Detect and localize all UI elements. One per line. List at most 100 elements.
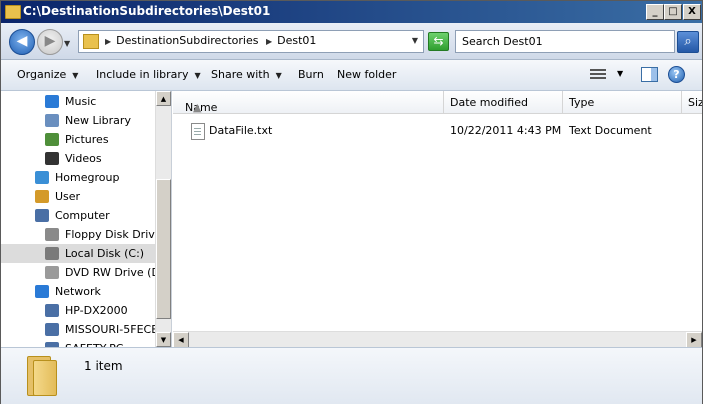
navigation-pane-scrollbar[interactable]: ▲ ▼ [155, 91, 171, 347]
sidebar-item[interactable]: DVD RW Drive (D:) [1, 263, 168, 282]
scroll-down-button[interactable]: ▼ [156, 332, 171, 347]
sidebar-item-label: HP-DX2000 [65, 304, 128, 317]
sidebar-item[interactable]: Videos [1, 149, 155, 168]
chevron-down-icon: ▼ [194, 71, 201, 80]
window-title: C:\DestinationSubdirectories\Dest01 [23, 4, 271, 18]
search-icon: ⌕ [684, 34, 692, 49]
search-input[interactable]: Search Dest01 [455, 30, 675, 53]
organize-button[interactable]: Organize ▼ [17, 68, 78, 81]
column-header: Name▲ Date modified Type Size [173, 91, 702, 114]
address-history-dropdown[interactable]: ▼ [412, 36, 418, 45]
refresh-icon: ⇆ [433, 34, 444, 48]
column-size[interactable]: Size [682, 91, 702, 113]
sidebar-item-label: Music [65, 95, 97, 108]
title-bar: C:\DestinationSubdirectories\Dest01 _ □ … [1, 1, 702, 23]
include-in-library-button[interactable]: Include in library ▼ [96, 68, 201, 81]
sidebar-item[interactable]: SAFETY-PC [1, 339, 155, 347]
pictures-icon [45, 133, 59, 146]
view-options-icon[interactable] [590, 69, 606, 81]
user-icon [35, 190, 49, 203]
file-name: DataFile.txt [209, 124, 273, 137]
file-list-scrollbar[interactable]: ◀ ▶ [173, 331, 702, 348]
explorer-window: C:\DestinationSubdirectories\Dest01 _ □ … [0, 0, 703, 404]
floppy-drive-icon [45, 228, 59, 241]
minimize-button[interactable]: _ [646, 4, 664, 20]
search-placeholder: Search Dest01 [462, 35, 543, 48]
sidebar-item-label: Network [55, 285, 101, 298]
burn-button[interactable]: Burn [298, 68, 324, 81]
arrow-left-icon: ◀ [16, 33, 28, 49]
breadcrumb-item[interactable]: DestinationSubdirectories [116, 34, 258, 47]
navigation-pane: Music New Library Pictures Videos Homegroup U… [1, 91, 172, 347]
back-button[interactable]: ◀ [9, 29, 35, 55]
chevron-right-icon[interactable]: ▶ [105, 37, 111, 46]
column-date-modified-label: Date modified [450, 96, 528, 109]
preview-pane-icon[interactable] [641, 67, 658, 82]
dvd-drive-icon [45, 266, 59, 279]
sidebar-item-label: Floppy Disk Drive ( [65, 228, 170, 241]
sidebar-item[interactable]: Floppy Disk Drive ( [1, 225, 169, 244]
sidebar-item[interactable]: New Library [1, 111, 155, 130]
sidebar-item[interactable]: Homegroup [1, 168, 155, 187]
details-pane: 1 item [1, 347, 702, 404]
file-type: Text Document [569, 124, 652, 137]
music-icon [45, 95, 59, 108]
sidebar-item-label: User [55, 190, 81, 203]
refresh-button[interactable]: ⇆ [428, 32, 449, 51]
scroll-left-button[interactable]: ◀ [173, 332, 189, 348]
column-type[interactable]: Type [563, 91, 682, 113]
sidebar-item[interactable]: MISSOURI-5FECBC [1, 320, 166, 339]
network-computer-icon [45, 323, 59, 336]
scrollbar-thumb[interactable] [156, 179, 171, 319]
breadcrumb: ▶ DestinationSubdirectories ▶ Dest01 [105, 34, 316, 47]
sidebar-item[interactable]: HP-DX2000 [1, 301, 155, 320]
column-type-label: Type [569, 96, 595, 109]
search-button[interactable]: ⌕ [677, 31, 699, 53]
network-icon [35, 285, 49, 298]
sidebar-item-label: DVD RW Drive (D:) [65, 266, 168, 279]
folder-icon [5, 5, 21, 19]
scroll-up-button[interactable]: ▲ [156, 91, 171, 106]
sidebar-item[interactable]: Local Disk (C:) [1, 244, 155, 263]
help-icon[interactable]: ? [668, 66, 685, 83]
table-row[interactable]: DataFile.txt 10/22/2011 4:43 PM Text Doc… [173, 122, 702, 140]
sidebar-item[interactable]: User [1, 187, 155, 206]
scroll-right-button[interactable]: ▶ [686, 332, 702, 348]
forward-button[interactable]: ▶ [37, 29, 63, 55]
chevron-right-icon[interactable]: ▶ [266, 37, 272, 46]
item-count: 1 item [84, 359, 123, 373]
sidebar-item[interactable]: Computer [1, 206, 155, 225]
text-file-icon [191, 123, 205, 140]
navigation-bar: ◀ ▶ ▼ ▶ DestinationSubdirectories ▶ Dest01… [1, 23, 702, 60]
sort-ascending-icon: ▲ [193, 101, 202, 114]
recent-pages-dropdown[interactable]: ▼ [64, 39, 70, 48]
file-date-modified: 10/22/2011 4:43 PM [450, 124, 562, 137]
computer-icon [35, 209, 49, 222]
close-button[interactable]: X [683, 4, 701, 20]
file-list-pane: Name▲ Date modified Type Size DataFile.t… [173, 91, 702, 348]
share-with-button[interactable]: Share with ▼ [211, 68, 282, 81]
new-folder-button[interactable]: New folder [337, 68, 396, 81]
network-computer-icon [45, 304, 59, 317]
sidebar-item[interactable]: Music [1, 92, 155, 111]
chevron-down-icon: ▼ [275, 71, 282, 80]
view-options-dropdown[interactable]: ▼ [617, 69, 623, 78]
folder-icon [27, 356, 57, 396]
address-bar[interactable]: ▶ DestinationSubdirectories ▶ Dest01 ▼ [78, 30, 424, 53]
arrow-right-icon: ▶ [44, 33, 56, 49]
sidebar-item-label: New Library [65, 114, 131, 127]
homegroup-icon [35, 171, 49, 184]
maximize-button[interactable]: □ [664, 4, 682, 20]
breadcrumb-item[interactable]: Dest01 [277, 34, 316, 47]
sidebar-item-label: Homegroup [55, 171, 120, 184]
column-date-modified[interactable]: Date modified [444, 91, 563, 113]
column-size-label: Size [688, 96, 702, 109]
column-name[interactable]: Name ▲ [173, 91, 444, 114]
sidebar-item[interactable]: Pictures [1, 130, 155, 149]
include-in-library-label: Include in library [96, 68, 189, 81]
sidebar-item-label: Local Disk (C:) [65, 247, 145, 260]
sidebar-item-label: Videos [65, 152, 102, 165]
sidebar-item[interactable]: Network [1, 282, 155, 301]
hard-disk-icon [45, 247, 59, 260]
videos-icon [45, 152, 59, 165]
